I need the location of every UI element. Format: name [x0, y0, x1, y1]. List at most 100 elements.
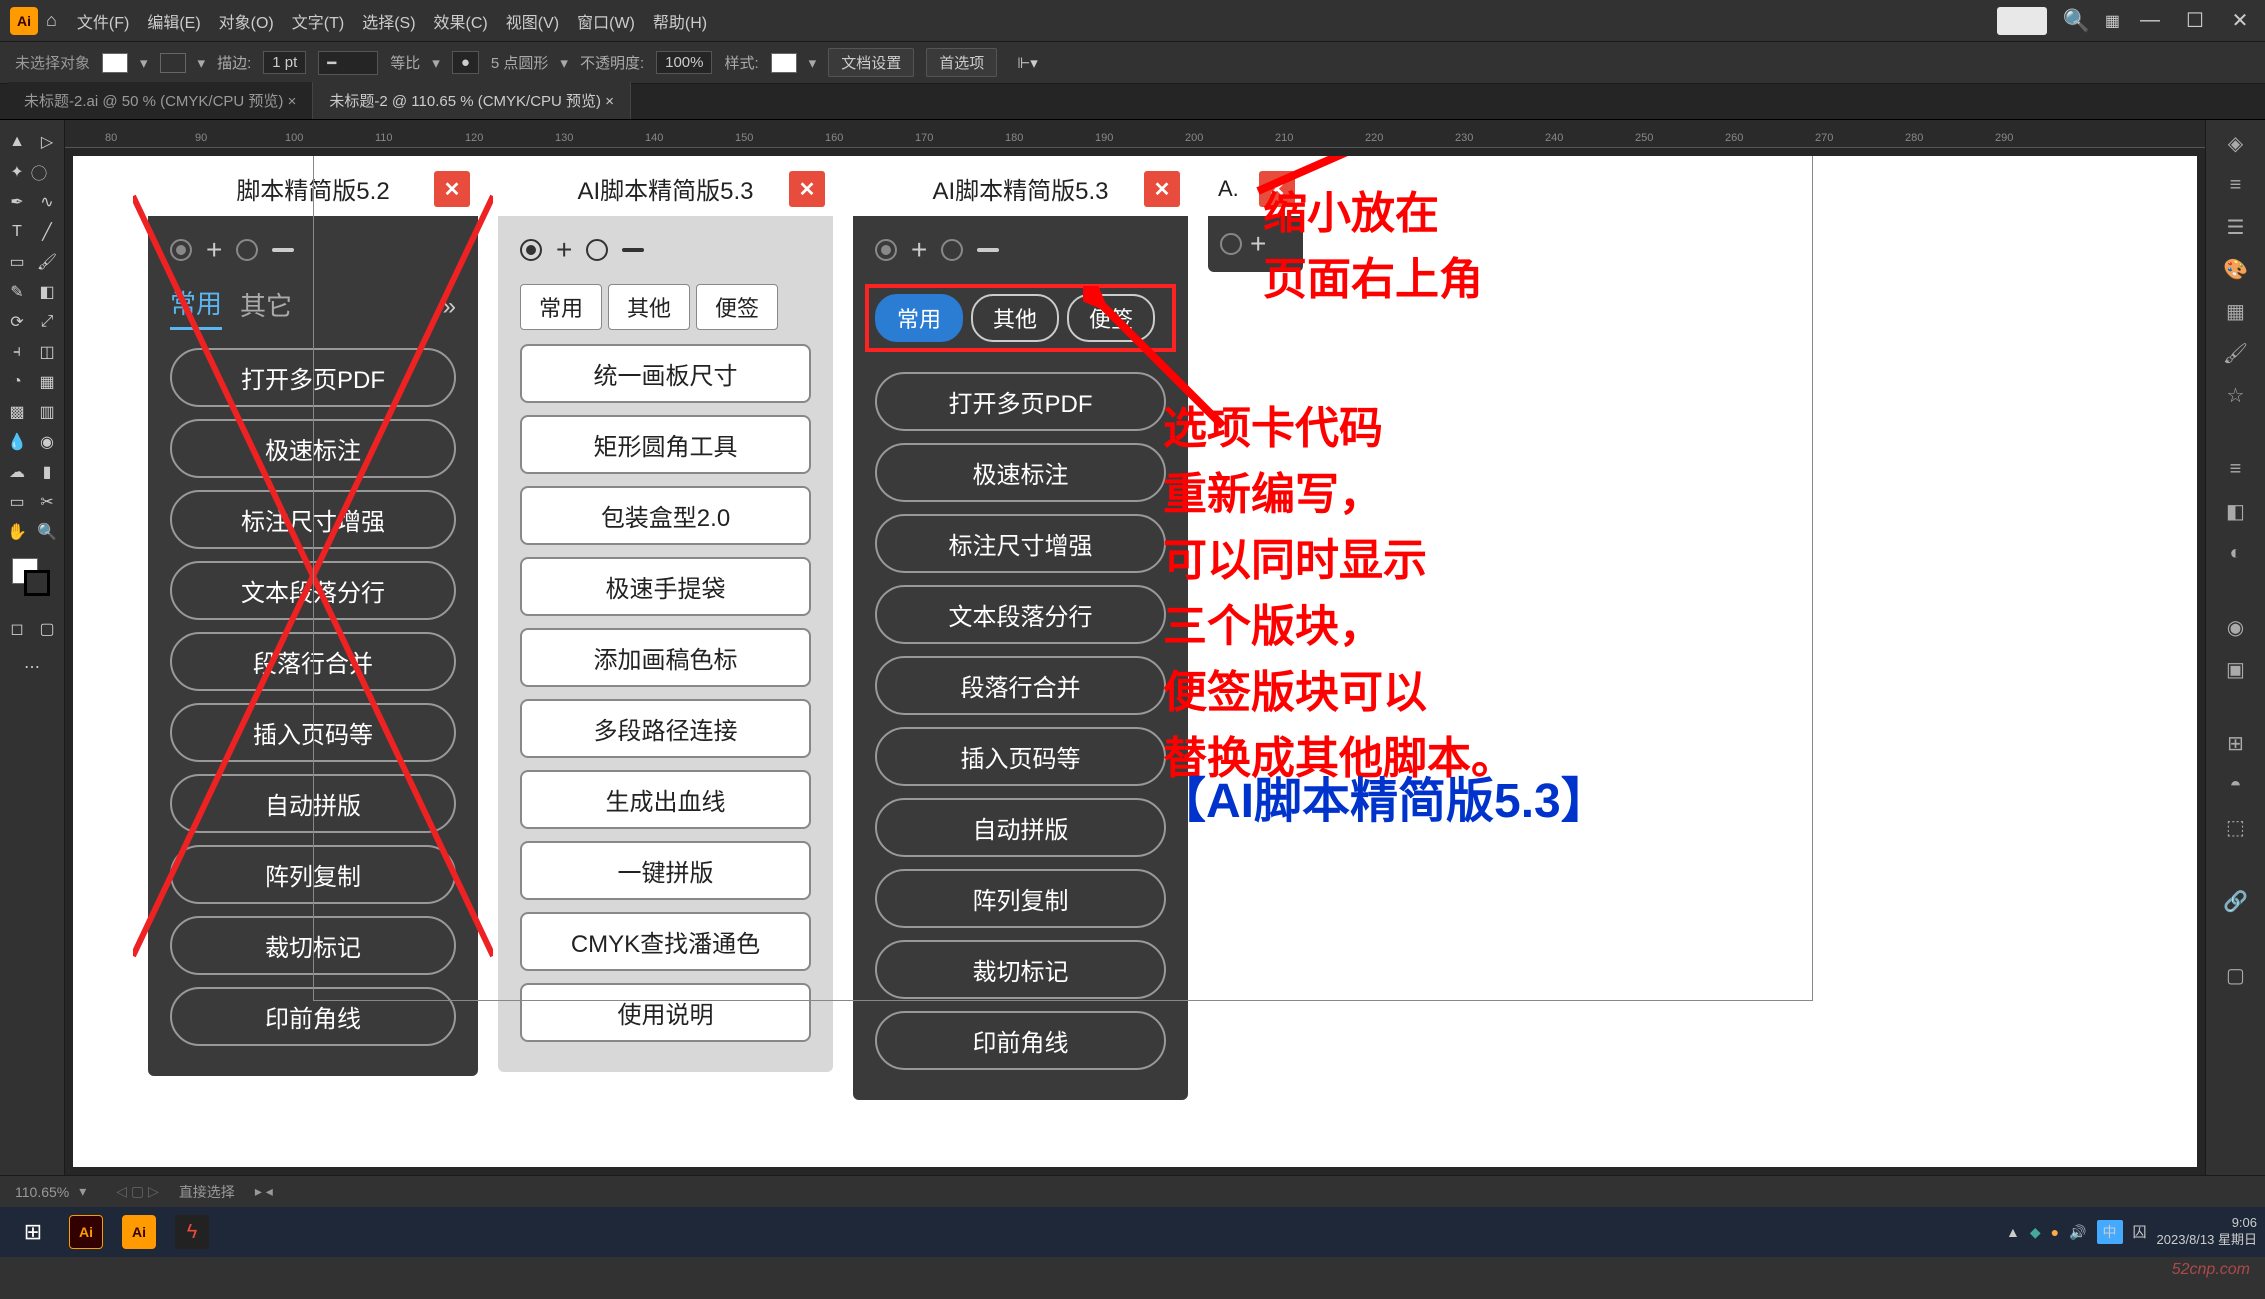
artboards-icon[interactable]: ▢ [2221, 960, 2251, 990]
mini-panel-docked[interactable] [1997, 7, 2047, 35]
edit-toolbar[interactable]: ⋯ [18, 653, 46, 681]
libraries-icon[interactable]: ☰ [2221, 212, 2251, 242]
brushes-icon[interactable]: 🖌 [2221, 338, 2251, 368]
btn-manual[interactable]: 使用说明 [520, 983, 811, 1042]
style-swatch[interactable] [771, 53, 797, 73]
prefs-button[interactable]: 首选项 [926, 48, 997, 77]
color-indicator[interactable] [12, 558, 52, 598]
tab-more-icon[interactable]: » [443, 293, 456, 321]
graphic-styles-icon[interactable]: ▣ [2221, 654, 2251, 684]
btn-bleed-line[interactable]: 生成出血线 [520, 770, 811, 829]
opacity-value[interactable]: 100% [656, 51, 712, 74]
btn-fast-bag[interactable]: 极速手提袋 [520, 557, 811, 616]
hand-tool[interactable]: ✋ [3, 518, 31, 546]
btn-auto-impose[interactable]: 自动拼版 [875, 798, 1166, 857]
close-button[interactable]: ✕ [2225, 8, 2255, 33]
align-icon[interactable]: ⊩▾ [1017, 54, 1038, 72]
tab-other[interactable]: 其它 [240, 286, 292, 329]
stroke-weight[interactable]: 1 pt [263, 51, 306, 74]
tray-icon[interactable]: ▲ [2006, 1224, 2020, 1240]
task-ai-1[interactable]: Ai [61, 1210, 111, 1254]
brush-tool[interactable]: 🖌 [33, 248, 61, 276]
vprofile[interactable]: ━ [318, 51, 378, 75]
zoom-level[interactable]: 110.65% [15, 1184, 69, 1200]
btn-para-merge[interactable]: 段落行合并 [170, 632, 456, 691]
radio-off-icon[interactable] [236, 239, 258, 261]
tab-notes[interactable]: 便签 [1067, 294, 1155, 342]
menu-select[interactable]: 选择(S) [362, 9, 415, 33]
line-tool[interactable]: ╱ [33, 218, 61, 246]
pen-tool[interactable]: ✒ [3, 188, 31, 216]
menu-view[interactable]: 视图(V) [506, 9, 559, 33]
menu-type[interactable]: 文字(T) [292, 9, 344, 33]
task-app-3[interactable]: ϟ [167, 1210, 217, 1254]
gradient-tool[interactable]: ▥ [33, 398, 61, 426]
selection-tool[interactable]: ▲ [3, 128, 31, 156]
tab-other[interactable]: 其他 [608, 284, 690, 330]
tray-icon[interactable]: ● [2051, 1224, 2059, 1240]
tray-ime[interactable]: 中 [2097, 1220, 2123, 1244]
shape-builder-tool[interactable]: ◔ [3, 368, 31, 396]
radio-on-icon[interactable] [520, 239, 542, 261]
transform-icon[interactable]: ⬚ [2221, 812, 2251, 842]
gradient-panel-icon[interactable]: ◧ [2221, 496, 2251, 526]
rect-tool[interactable]: ▭ [3, 248, 31, 276]
doctab-2[interactable]: 未标题-2 @ 110.65 % (CMYK/CPU 预览) × [313, 82, 631, 119]
btn-open-pdf[interactable]: 打开多页PDF [875, 372, 1166, 431]
doc-setup-button[interactable]: 文档设置 [828, 48, 914, 77]
btn-prepress-corner[interactable]: 印前角线 [875, 1011, 1166, 1070]
menu-effect[interactable]: 效果(C) [434, 9, 488, 33]
start-button[interactable]: ⊞ [8, 1210, 58, 1254]
mesh-tool[interactable]: ▩ [3, 398, 31, 426]
zoom-tool[interactable]: 🔍 [33, 518, 61, 546]
perspective-tool[interactable]: ▦ [33, 368, 61, 396]
task-ai-2[interactable]: Ai [114, 1210, 164, 1254]
btn-fast-annotate[interactable]: 极速标注 [875, 443, 1166, 502]
minus-icon[interactable] [622, 248, 644, 252]
tab-notes[interactable]: 便签 [696, 284, 778, 330]
eraser-tool[interactable]: ◧ [33, 278, 61, 306]
radio-off-icon[interactable] [586, 239, 608, 261]
btn-array-copy[interactable]: 阵列复制 [170, 845, 456, 904]
tab-other[interactable]: 其他 [971, 294, 1059, 342]
btn-add-colorbar[interactable]: 添加画稿色标 [520, 628, 811, 687]
slice-tool[interactable]: ✂ [33, 488, 61, 516]
btn-cmyk-pantone[interactable]: CMYK查找潘通色 [520, 912, 811, 971]
radio-off-icon[interactable] [941, 239, 963, 261]
maximize-button[interactable]: ☐ [2180, 8, 2210, 33]
type-tool[interactable]: T [3, 218, 31, 246]
fill-swatch[interactable] [102, 53, 128, 73]
btn-one-impose[interactable]: 一键拼版 [520, 841, 811, 900]
menu-edit[interactable]: 编辑(E) [147, 9, 200, 33]
swatches-icon[interactable]: ▦ [2221, 296, 2251, 326]
search-icon[interactable]: 🔍 [2062, 8, 2089, 34]
artboard-tool[interactable]: ▭ [3, 488, 31, 516]
plus-icon[interactable]: + [206, 234, 222, 266]
menu-object[interactable]: 对象(O) [219, 9, 274, 33]
radio-on-icon[interactable] [875, 239, 897, 261]
shaper-tool[interactable]: ✎ [3, 278, 31, 306]
panel-52-close[interactable]: ✕ [434, 171, 470, 207]
btn-multi-path[interactable]: 多段路径连接 [520, 699, 811, 758]
btn-fast-annotate[interactable]: 极速标注 [170, 419, 456, 478]
blend-tool[interactable]: ◉ [33, 428, 61, 456]
panel-53w-close[interactable]: ✕ [789, 171, 825, 207]
tab-common[interactable]: 常用 [875, 294, 963, 342]
transparency-icon[interactable]: ◐ [2221, 538, 2251, 568]
btn-open-pdf[interactable]: 打开多页PDF [170, 348, 456, 407]
btn-dim-enhance[interactable]: 标注尺寸增强 [170, 490, 456, 549]
align-panel-icon[interactable]: ⊞ [2221, 728, 2251, 758]
menu-file[interactable]: 文件(F) [77, 9, 129, 33]
btn-rect-corner[interactable]: 矩形圆角工具 [520, 415, 811, 474]
scale-tool[interactable]: ⤢ [33, 308, 61, 336]
brush-def[interactable]: ● [452, 51, 479, 74]
panel-53d-close[interactable]: ✕ [1144, 171, 1180, 207]
btn-auto-impose[interactable]: 自动拼版 [170, 774, 456, 833]
btn-unify-artboard[interactable]: 统一画板尺寸 [520, 344, 811, 403]
btn-box-type[interactable]: 包装盒型2.0 [520, 486, 811, 545]
tray-icon[interactable]: ◆ [2030, 1224, 2041, 1241]
stroke-swatch[interactable] [160, 53, 186, 73]
plus-icon[interactable]: + [911, 234, 927, 266]
lasso-tool[interactable]: ⃝ [33, 158, 61, 186]
graph-tool[interactable]: ▮ [33, 458, 61, 486]
